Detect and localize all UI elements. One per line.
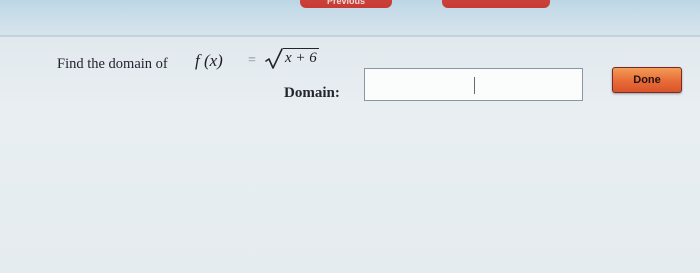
function-name: f (x): [195, 51, 223, 70]
domain-label: Domain:: [284, 85, 340, 101]
next-button[interactable]: [442, 0, 550, 8]
done-button[interactable]: Done: [612, 67, 682, 93]
text-caret: [474, 77, 475, 94]
radicand-expression: x + 6: [283, 48, 319, 66]
square-root-icon: [265, 48, 283, 69]
equals-sign: =: [248, 53, 256, 68]
header-divider: [0, 35, 700, 37]
question-prompt: Find the domain of: [57, 56, 168, 72]
previous-button[interactable]: Previous: [300, 0, 392, 8]
top-navigation-bar: Previous: [0, 0, 700, 36]
